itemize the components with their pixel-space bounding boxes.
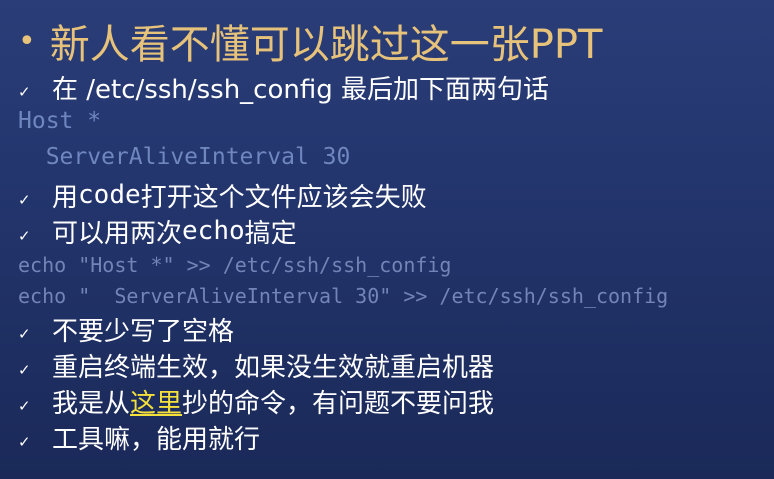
list-item: ✓ 在 /etc/ssh/ssh_config 最后加下面两句话 bbox=[18, 70, 549, 105]
checkmark-icon: ✓ bbox=[18, 191, 31, 209]
list-item: ✓ 用 code 打开这个文件应该会失败 bbox=[18, 178, 427, 213]
list-item-text: 抄的命令，有问题不要问我 bbox=[182, 388, 495, 419]
list-item-text: 用 bbox=[52, 182, 79, 213]
list-item: ✓ 重启终端生效，如果没生效就重启机器 bbox=[18, 348, 495, 383]
slide-title: • 新人看不懂可以跳过这一张PPT bbox=[18, 14, 602, 68]
list-item: ✓ 不要少写了空格 bbox=[18, 312, 235, 347]
echo-command-1: echo "Host *" >> /etc/ssh/ssh_config bbox=[18, 253, 452, 277]
title-bullet-icon: • bbox=[18, 23, 36, 59]
list-item-text: 可以用两次 bbox=[52, 218, 183, 249]
list-item-text: 重启终端生效，如果没生效就重启机器 bbox=[52, 352, 495, 383]
checkmark-icon: ✓ bbox=[18, 325, 31, 343]
list-item-text: 工具嘛，能用就行 bbox=[52, 424, 261, 455]
inline-code: code bbox=[78, 180, 141, 210]
list-item-text: 我是从 bbox=[52, 388, 131, 419]
slide: • 新人看不懂可以跳过这一张PPT ✓ 在 /etc/ssh/ssh_confi… bbox=[0, 0, 774, 479]
checkmark-icon: ✓ bbox=[18, 397, 31, 415]
echo-command-2: echo " ServerAliveInterval 30" >> /etc/s… bbox=[18, 284, 669, 308]
list-item: ✓ 我是从 这里 抄的命令，有问题不要问我 bbox=[18, 383, 495, 420]
config-line-alive: ServerAliveInterval 30 bbox=[18, 144, 351, 170]
list-item: ✓ 可以用两次 echo 搞定 bbox=[18, 214, 297, 249]
checkmark-icon: ✓ bbox=[18, 361, 31, 379]
title-text: 新人看不懂可以跳过这一张PPT bbox=[49, 22, 603, 68]
list-item: ✓ 工具嘛，能用就行 bbox=[18, 420, 261, 455]
list-item-text: 打开这个文件应该会失败 bbox=[140, 182, 427, 213]
list-item-text: 在 /etc/ssh/ssh_config 最后加下面两句话 bbox=[52, 74, 549, 105]
checkmark-icon: ✓ bbox=[18, 227, 31, 245]
config-line-host: Host * bbox=[18, 108, 102, 134]
checkmark-icon: ✓ bbox=[18, 433, 31, 451]
source-link[interactable]: 这里 bbox=[130, 383, 182, 420]
list-item-text: 不要少写了空格 bbox=[52, 316, 235, 347]
checkmark-icon: ✓ bbox=[18, 83, 31, 101]
list-item-text: 搞定 bbox=[244, 218, 297, 249]
inline-code: echo bbox=[182, 216, 245, 246]
